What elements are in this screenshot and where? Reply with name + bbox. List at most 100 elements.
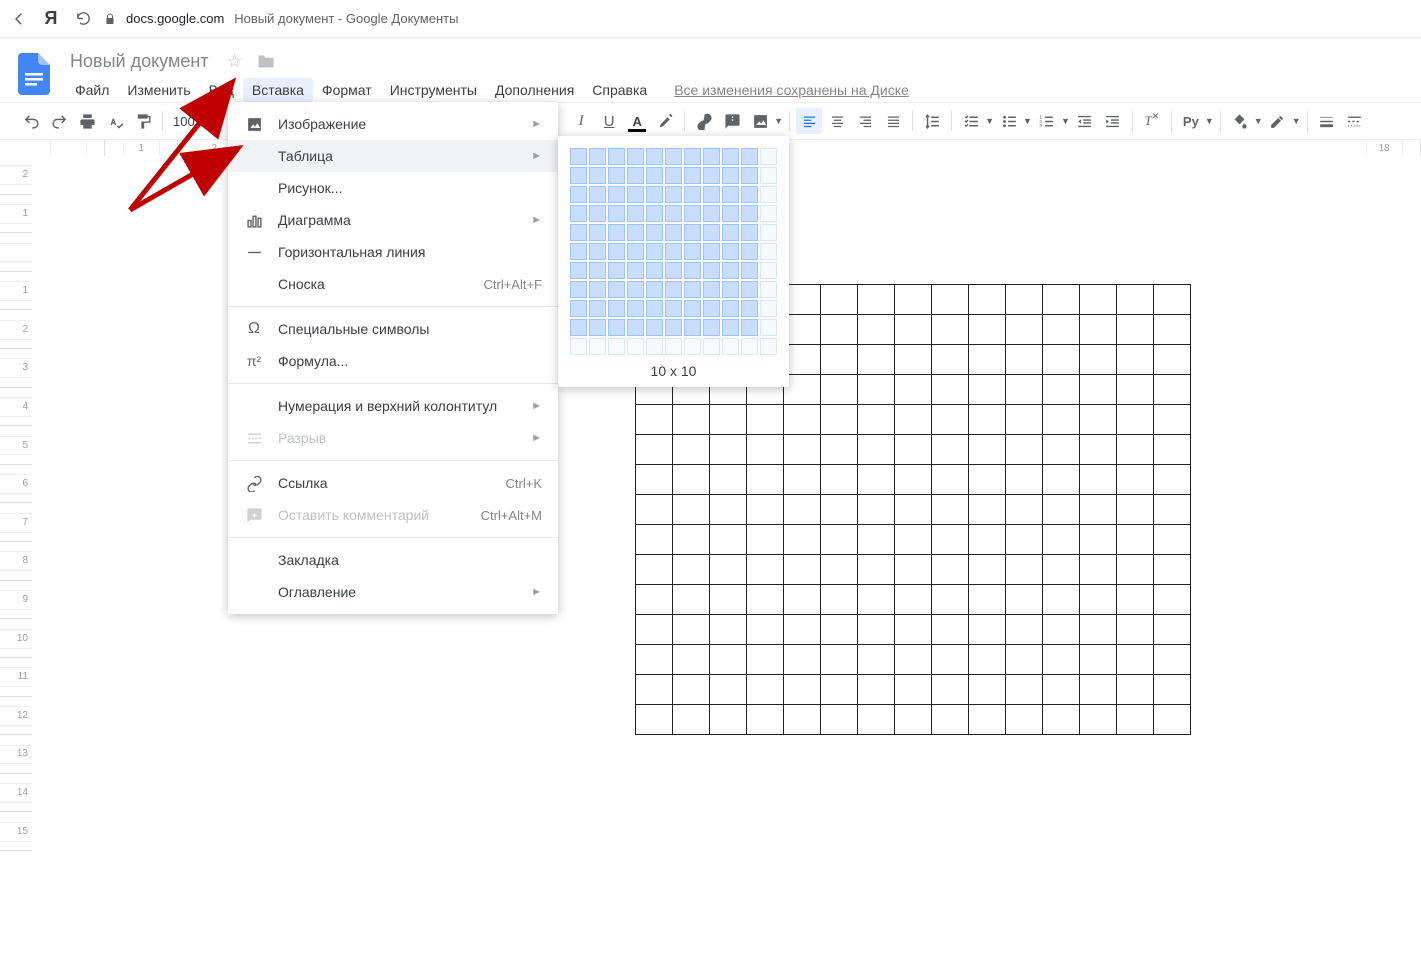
picker-cell[interactable] — [684, 167, 701, 184]
insert-hr-item[interactable]: Горизонтальная линия — [228, 236, 558, 268]
insert-bookmark-item[interactable]: Закладка — [228, 544, 558, 576]
picker-cell[interactable] — [570, 224, 587, 241]
picker-cell[interactable] — [608, 186, 625, 203]
picker-cell[interactable] — [646, 243, 663, 260]
picker-cell[interactable] — [627, 167, 644, 184]
picker-cell[interactable] — [646, 224, 663, 241]
picker-cell[interactable] — [722, 338, 739, 355]
picker-cell[interactable] — [703, 167, 720, 184]
picker-cell[interactable] — [589, 262, 606, 279]
picker-cell[interactable] — [570, 148, 587, 165]
border-color-icon[interactable]: ▼ — [1265, 108, 1301, 134]
picker-cell[interactable] — [627, 243, 644, 260]
menu-format[interactable]: Формат — [313, 78, 381, 102]
picker-cell[interactable] — [665, 243, 682, 260]
insert-table-item[interactable]: Таблица ► — [228, 140, 558, 172]
picker-cell[interactable] — [665, 281, 682, 298]
outdent-icon[interactable] — [1072, 108, 1098, 134]
fill-color-icon[interactable]: ▼ — [1227, 108, 1263, 134]
picker-cell[interactable] — [627, 148, 644, 165]
picker-cell[interactable] — [703, 243, 720, 260]
italic-icon[interactable]: I — [568, 108, 594, 134]
picker-cell[interactable] — [646, 319, 663, 336]
picker-cell[interactable] — [760, 205, 777, 222]
picker-cell[interactable] — [608, 224, 625, 241]
picker-cell[interactable] — [722, 319, 739, 336]
picker-cell[interactable] — [722, 148, 739, 165]
align-right-icon[interactable] — [852, 108, 878, 134]
picker-cell[interactable] — [741, 205, 758, 222]
menu-view[interactable]: Вид — [200, 78, 243, 102]
picker-cell[interactable] — [684, 338, 701, 355]
picker-cell[interactable] — [703, 186, 720, 203]
picker-cell[interactable] — [722, 281, 739, 298]
picker-cell[interactable] — [570, 186, 587, 203]
star-icon[interactable]: ☆ — [227, 51, 243, 72]
table-size-picker[interactable]: 10 x 10 — [558, 136, 789, 387]
picker-cell[interactable] — [741, 281, 758, 298]
menu-tools[interactable]: Инструменты — [381, 78, 486, 102]
align-left-icon[interactable] — [796, 108, 822, 134]
picker-cell[interactable] — [703, 319, 720, 336]
save-status[interactable]: Все изменения сохранены на Диске — [674, 82, 909, 98]
picker-cell[interactable] — [608, 205, 625, 222]
picker-cell[interactable] — [760, 243, 777, 260]
picker-cell[interactable] — [589, 148, 606, 165]
picker-cell[interactable] — [760, 224, 777, 241]
picker-cell[interactable] — [627, 300, 644, 317]
picker-cell[interactable] — [646, 338, 663, 355]
picker-cell[interactable] — [646, 186, 663, 203]
insert-equation-item[interactable]: π² Формула... — [228, 345, 558, 377]
picker-cell[interactable] — [665, 167, 682, 184]
picker-cell[interactable] — [646, 281, 663, 298]
picker-cell[interactable] — [589, 224, 606, 241]
picker-cell[interactable] — [665, 300, 682, 317]
yandex-icon[interactable]: Я — [40, 8, 62, 30]
border-style-icon[interactable] — [1342, 108, 1368, 134]
menu-file[interactable]: Файл — [66, 78, 118, 102]
picker-cell[interactable] — [684, 319, 701, 336]
picker-cell[interactable] — [608, 243, 625, 260]
picker-cell[interactable] — [589, 167, 606, 184]
undo-icon[interactable] — [18, 108, 44, 134]
picker-cell[interactable] — [741, 338, 758, 355]
picker-cell[interactable] — [608, 338, 625, 355]
picker-cell[interactable] — [684, 186, 701, 203]
insert-toc-item[interactable]: Оглавление ► — [228, 576, 558, 608]
picker-cell[interactable] — [665, 319, 682, 336]
picker-cell[interactable] — [570, 281, 587, 298]
picker-cell[interactable] — [684, 281, 701, 298]
insert-header-item[interactable]: Нумерация и верхний колонтитул ► — [228, 390, 558, 422]
picker-cell[interactable] — [589, 186, 606, 203]
picker-cell[interactable] — [722, 186, 739, 203]
picker-cell[interactable] — [608, 281, 625, 298]
picker-cell[interactable] — [589, 319, 606, 336]
zoom-select[interactable]: 100% ▼ — [169, 114, 223, 129]
picker-cell[interactable] — [646, 262, 663, 279]
border-width-icon[interactable] — [1314, 108, 1340, 134]
picker-cell[interactable] — [665, 338, 682, 355]
paint-format-icon[interactable] — [130, 108, 156, 134]
insert-footnote-item[interactable]: Сноска Ctrl+Alt+F — [228, 268, 558, 300]
picker-cell[interactable] — [608, 319, 625, 336]
picker-cell[interactable] — [684, 224, 701, 241]
align-center-icon[interactable] — [824, 108, 850, 134]
menu-insert[interactable]: Вставка — [243, 78, 313, 102]
picker-cell[interactable] — [665, 148, 682, 165]
picker-cell[interactable] — [627, 186, 644, 203]
picker-cell[interactable] — [627, 319, 644, 336]
picker-cell[interactable] — [760, 300, 777, 317]
picker-cell[interactable] — [722, 243, 739, 260]
picker-cell[interactable] — [760, 338, 777, 355]
picker-cell[interactable] — [703, 205, 720, 222]
picker-cell[interactable] — [741, 167, 758, 184]
picker-cell[interactable] — [627, 224, 644, 241]
picker-cell[interactable] — [665, 262, 682, 279]
picker-cell[interactable] — [646, 205, 663, 222]
picker-cell[interactable] — [722, 167, 739, 184]
picker-cell[interactable] — [570, 262, 587, 279]
picker-cell[interactable] — [741, 319, 758, 336]
picker-cell[interactable] — [627, 262, 644, 279]
picker-cell[interactable] — [760, 186, 777, 203]
picker-cell[interactable] — [589, 205, 606, 222]
